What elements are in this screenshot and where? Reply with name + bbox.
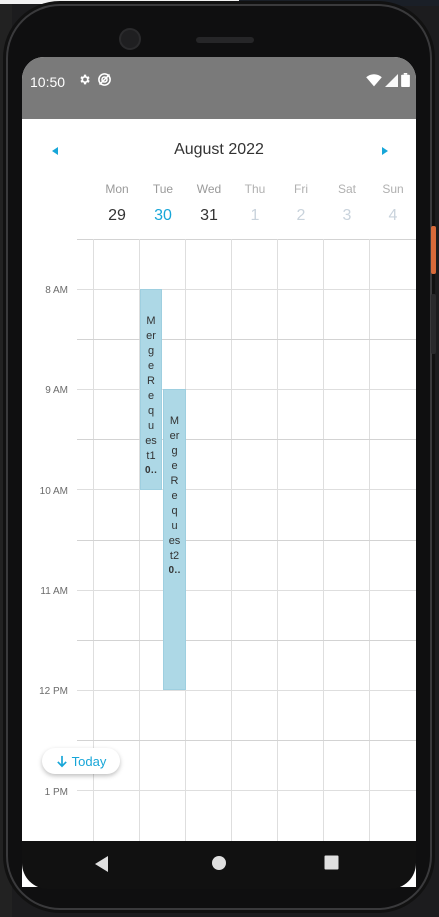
grid-hour-line — [77, 439, 416, 440]
day-name-mon: Mon — [105, 182, 129, 196]
day-name-tue: Tue — [152, 182, 174, 196]
day-number-sun[interactable]: 4 — [370, 207, 416, 225]
hour-label-1pm: 1 PM — [44, 787, 68, 798]
grid-half-hour-line — [77, 389, 416, 390]
battery-icon — [401, 73, 410, 87]
arrow-down-icon — [56, 755, 67, 767]
grid-top-line — [77, 239, 416, 240]
gear-icon — [80, 74, 90, 85]
signal-icon — [385, 73, 398, 87]
status-bar: 10:50 — [22, 57, 416, 119]
week-time-grid[interactable]: 8 AM 9 AM 10 AM 11 AM 12 PM 1 PM MergeRe… — [22, 239, 416, 887]
day-number-sat[interactable]: 3 — [324, 207, 370, 225]
grid-half-hour-line — [77, 690, 416, 691]
day-number-tue-today[interactable]: 30 — [140, 207, 186, 225]
day-name-sat: Sat — [337, 182, 356, 196]
event-time: 0… — [145, 465, 157, 476]
back-triangle-icon[interactable] — [94, 855, 110, 873]
day-number-mon[interactable]: 29 — [94, 207, 140, 225]
event-time: 0… — [168, 565, 181, 576]
grid-half-hour-line — [77, 289, 416, 290]
day-name-thu: Thu — [244, 182, 266, 196]
today-button-label: Today — [71, 753, 107, 769]
hour-label-8am: 8 AM — [45, 285, 68, 296]
power-button[interactable] — [431, 226, 436, 274]
day-name-fri: Fri — [294, 182, 308, 196]
day-name-wed: Wed — [196, 182, 222, 196]
target-icon — [98, 73, 111, 86]
wifi-icon — [366, 73, 382, 86]
calendar-header: August 2022 Mon Tue Wed Thu Fri Sat Sun … — [22, 119, 416, 239]
grid-hour-line — [77, 540, 416, 541]
event-title: MergeRequest1 — [145, 315, 157, 462]
hour-label-10am: 10 AM — [39, 486, 68, 497]
hour-label-9am: 9 AM — [45, 385, 68, 396]
android-navigation-bar — [22, 841, 416, 889]
day-name-sun: Sun — [382, 182, 404, 196]
event-title: MergeRequest2 — [168, 415, 181, 562]
hour-label-12pm: 12 PM — [39, 686, 68, 697]
grid-half-hour-line — [77, 790, 416, 791]
today-button[interactable]: Today — [42, 748, 120, 774]
status-icons-right — [366, 73, 410, 87]
day-number-fri[interactable]: 2 — [278, 207, 324, 225]
day-number-wed[interactable]: 31 — [186, 207, 232, 225]
calendar-event-merge-request-1[interactable]: MergeRequest1 0… — [140, 289, 162, 490]
recents-square-icon[interactable] — [324, 855, 339, 870]
front-camera — [121, 30, 139, 48]
earpiece-speaker — [196, 37, 254, 43]
home-circle-icon[interactable] — [211, 855, 227, 871]
day-number-thu[interactable]: 1 — [232, 207, 278, 225]
next-week-arrow-icon[interactable] — [374, 141, 394, 161]
grid-hour-line — [77, 339, 416, 340]
volume-button[interactable] — [431, 294, 436, 354]
app-screen: 10:50 August 2022 Mon Tue Wed Thu Fri Sa… — [22, 57, 416, 887]
grid-half-hour-line — [77, 489, 416, 490]
grid-hour-line — [77, 640, 416, 641]
hour-label-11am: 11 AM — [40, 586, 68, 597]
grid-hour-line — [77, 740, 416, 741]
month-title: August 2022 — [174, 141, 264, 158]
grid-half-hour-line — [77, 590, 416, 591]
status-time: 10:50 — [30, 74, 66, 90]
calendar-event-merge-request-2[interactable]: MergeRequest2 0… — [163, 389, 186, 690]
